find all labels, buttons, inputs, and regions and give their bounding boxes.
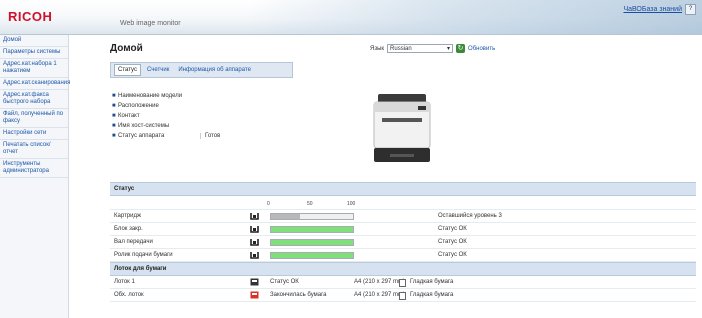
status-row: Ролик подачи бумаги Статус ОК bbox=[110, 249, 696, 262]
tab-status[interactable]: Статус bbox=[114, 64, 141, 76]
consumable-icon bbox=[250, 213, 259, 220]
scale-label-50: 50 bbox=[307, 201, 313, 207]
info-label: Наименование модели bbox=[118, 93, 183, 99]
level-bar bbox=[270, 213, 354, 220]
info-label: Статус аппарата bbox=[118, 133, 165, 139]
level-bar bbox=[270, 226, 354, 233]
status-section: Статус 0 50 100 Картридж Оставшийся урове… bbox=[110, 182, 696, 262]
sidebar: Домой Параметры системы Адрес.кат.набора… bbox=[0, 35, 70, 318]
device-info-list: ■ Наименование модели ■ Расположение ■ К… bbox=[112, 91, 220, 141]
status-row: Блок закр. Статус ОК bbox=[110, 223, 696, 236]
tray-status-text: Закончилась бумага bbox=[270, 292, 327, 298]
consumable-icon bbox=[250, 239, 259, 246]
status-text: Статус ОК bbox=[438, 239, 467, 245]
scale-label-0: 0 bbox=[267, 201, 270, 207]
tray-name: Лоток 1 bbox=[114, 279, 135, 285]
status-text: Статус ОК bbox=[438, 226, 467, 232]
tray-status-icon bbox=[250, 291, 259, 299]
chevron-down-icon: ▾ bbox=[447, 46, 451, 52]
info-row-model: ■ Наименование модели bbox=[112, 91, 220, 101]
info-label: Контакт bbox=[118, 113, 140, 119]
tray-paper-size: A4 (210 x 297 mm) bbox=[354, 292, 406, 298]
status-section-title: Статус bbox=[110, 182, 696, 196]
tray-status-icon bbox=[250, 278, 259, 286]
help-icon[interactable]: ? bbox=[685, 4, 696, 15]
sidebar-item-fax-speed-dial[interactable]: Адрес.кат.факса быстрого набора bbox=[0, 90, 68, 109]
sidebar-item-received-fax-file[interactable]: Файл, полученный по факсу bbox=[0, 109, 68, 128]
scale-labels: 0 50 100 bbox=[267, 198, 357, 207]
level-bar-fill bbox=[271, 214, 300, 219]
info-label: Расположение bbox=[118, 103, 159, 109]
tray-row: Обх. лоток Закончилась бумага A4 (210 x 29… bbox=[110, 289, 696, 302]
consumable-icon bbox=[250, 226, 259, 233]
status-text: Оставшийся уровень 3 bbox=[438, 213, 502, 219]
level-bar-fill bbox=[271, 253, 353, 258]
status-item-name: Картридж bbox=[114, 213, 141, 219]
status-item-name: Ролик подачи бумаги bbox=[114, 252, 173, 258]
refresh-button[interactable]: Обновить bbox=[468, 46, 495, 52]
status-row: Картридж Оставшийся уровень 3 bbox=[110, 210, 696, 223]
status-scale-row: 0 50 100 bbox=[110, 196, 696, 210]
info-label: Имя хост-системы bbox=[118, 123, 170, 129]
paper-icon bbox=[399, 279, 406, 287]
level-bar-fill bbox=[271, 227, 353, 232]
level-bar bbox=[270, 239, 354, 246]
tab-bar: Статус Счетчик Информация об аппарате bbox=[110, 62, 293, 78]
status-item-name: Блок закр. bbox=[114, 226, 143, 232]
tray-paper-size: A4 (210 x 297 mm) bbox=[354, 279, 406, 285]
language-select[interactable]: Russian ▾ bbox=[387, 44, 454, 53]
level-bar bbox=[270, 252, 354, 259]
tray-status-text: Статус ОК bbox=[270, 279, 299, 285]
header-bar: RICOH Web image monitor ЧаВОБаза знаний … bbox=[0, 0, 702, 35]
info-row-device-status: ■ Статус аппарата Готов bbox=[112, 131, 220, 141]
ricoh-logo: RICOH bbox=[8, 9, 53, 24]
tab-device-info[interactable]: Информация об аппарате bbox=[175, 65, 254, 75]
language-value: Russian bbox=[390, 46, 412, 52]
paper-icon bbox=[399, 292, 406, 300]
info-row-location: ■ Расположение bbox=[112, 101, 220, 111]
level-bar-fill bbox=[271, 240, 353, 245]
sidebar-item-admin-tools[interactable]: Инструменты администратора bbox=[0, 159, 68, 178]
scale-label-100: 100 bbox=[347, 201, 356, 207]
sidebar-item-one-touch-address-book[interactable]: Адрес.кат.набора 1 нажатием bbox=[0, 59, 68, 78]
consumable-icon bbox=[250, 252, 259, 259]
status-row: Вал передачи Статус ОК bbox=[110, 236, 696, 249]
tray-section-title: Лоток для бумаги bbox=[110, 262, 696, 276]
page-title: Домой bbox=[110, 43, 143, 54]
header-links: ЧаВОБаза знаний ? bbox=[623, 4, 696, 15]
info-value: Готов bbox=[200, 133, 220, 139]
status-item-name: Вал передачи bbox=[114, 239, 153, 245]
language-label: Язык bbox=[370, 45, 385, 52]
tab-counter[interactable]: Счетчик bbox=[144, 65, 172, 75]
info-row-hostname: ■ Имя хост-системы bbox=[112, 121, 220, 131]
product-title: Web image monitor bbox=[120, 20, 181, 27]
sidebar-item-system-settings[interactable]: Параметры системы bbox=[0, 47, 68, 59]
faq-link[interactable]: ЧаВОБаза знаний bbox=[623, 6, 682, 13]
status-text: Статус ОК bbox=[438, 252, 467, 258]
tray-row: Лоток 1 Статус ОК A4 (210 x 297 mm) Гладкая… bbox=[110, 276, 696, 289]
refresh-icon[interactable]: ↻ bbox=[456, 44, 466, 53]
sidebar-item-home[interactable]: Домой bbox=[0, 35, 68, 47]
tray-name: Обх. лоток bbox=[114, 292, 144, 298]
tray-paper-type: Гладкая бумага bbox=[410, 292, 454, 298]
info-row-contact: ■ Контакт bbox=[112, 111, 220, 121]
sidebar-item-print-list-report[interactable]: Печатать список/отчет bbox=[0, 140, 68, 159]
tray-paper-type: Гладкая бумага bbox=[410, 279, 454, 285]
tray-section: Лоток для бумаги Лоток 1 Статус ОК A4 (210… bbox=[110, 262, 696, 302]
sidebar-item-scan-address-book[interactable]: Адрес.кат.сканирования bbox=[0, 78, 70, 90]
printer-image bbox=[373, 94, 431, 162]
sidebar-item-network-settings[interactable]: Настройки сети bbox=[0, 128, 68, 140]
language-control: Язык Russian ▾ ↻ Обновить bbox=[370, 44, 495, 53]
